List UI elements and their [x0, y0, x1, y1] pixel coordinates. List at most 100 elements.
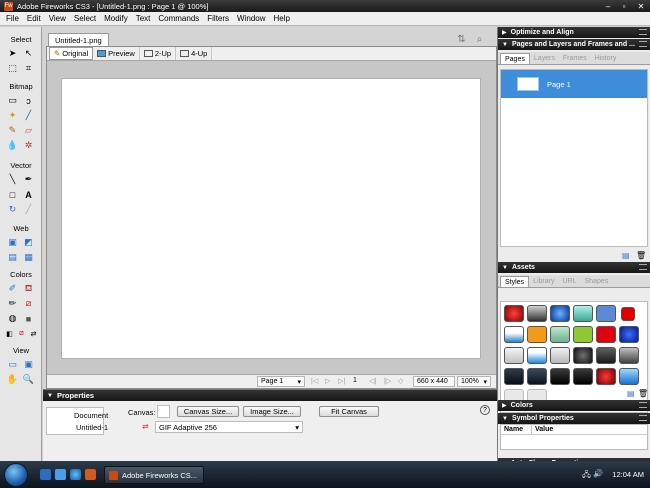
style-swatch[interactable]: [619, 347, 639, 364]
blur-tool-icon[interactable]: 💧: [6, 139, 19, 152]
delete-page-icon[interactable]: 🗑: [636, 251, 646, 260]
menu-edit[interactable]: Edit: [23, 14, 45, 23]
style-swatch[interactable]: [504, 368, 524, 385]
freeform-tool-icon[interactable]: ↻: [6, 203, 19, 216]
delete-style-icon[interactable]: 🗑: [638, 389, 648, 398]
zoom-tool-icon[interactable]: 🔍: [22, 373, 35, 386]
column-header-name[interactable]: Name: [501, 425, 531, 435]
menu-help[interactable]: Help: [270, 14, 294, 23]
style-swatch[interactable]: [550, 368, 570, 385]
properties-header[interactable]: ▼ Properties: [43, 390, 497, 401]
eyedropper-tool-icon[interactable]: ✐: [6, 282, 19, 295]
rubber-stamp-tool-icon[interactable]: ✲: [22, 139, 35, 152]
fireworks-quicklaunch-icon[interactable]: [85, 469, 96, 480]
canvas-color-swatch[interactable]: [157, 405, 170, 418]
swap-colors-icon[interactable]: ⇄: [27, 327, 40, 340]
view-4up-tab[interactable]: 4-Up: [176, 47, 213, 60]
last-frame-icon[interactable]: ▷|: [338, 377, 345, 385]
subselection-tool-icon[interactable]: ↖: [22, 47, 35, 60]
panel-options-icon[interactable]: [639, 29, 647, 35]
view-2up-tab[interactable]: 2-Up: [140, 47, 177, 60]
panel-options-icon[interactable]: [639, 264, 647, 270]
style-swatch[interactable]: [619, 368, 639, 385]
style-swatch[interactable]: [504, 326, 524, 343]
pencil-tool-icon[interactable]: ✎: [6, 124, 19, 137]
tab-styles[interactable]: Styles: [500, 276, 530, 287]
knife-tool-icon[interactable]: ╱: [22, 203, 35, 216]
export-format-select[interactable]: GIF Adaptive 256 ▾: [155, 421, 303, 433]
style-swatch[interactable]: [527, 368, 547, 385]
slice-tool-icon[interactable]: ◩: [22, 236, 35, 249]
tab-history[interactable]: History: [591, 53, 621, 64]
tab-library[interactable]: Library: [529, 276, 558, 287]
style-swatch[interactable]: [573, 347, 593, 364]
pages-panel-header[interactable]: ▼ Pages and Layers and Frames and ...: [498, 39, 650, 50]
hand-tool-icon[interactable]: ✋: [6, 373, 19, 386]
style-swatch[interactable]: [550, 347, 570, 364]
eraser-tool-icon[interactable]: ▱: [22, 124, 35, 137]
help-icon[interactable]: ?: [480, 405, 490, 415]
start-button[interactable]: [4, 463, 28, 487]
canvas[interactable]: [61, 78, 481, 359]
next-frame-icon[interactable]: |▷: [384, 377, 391, 385]
assets-panel-header[interactable]: ▼ Assets: [498, 262, 650, 273]
fill-swatch-icon[interactable]: ■: [22, 312, 35, 325]
style-swatch[interactable]: [550, 326, 570, 343]
menu-filters[interactable]: Filters: [203, 14, 233, 23]
image-size-button[interactable]: Image Size...: [243, 406, 301, 417]
symbol-properties-header[interactable]: ▼ Symbol Properties: [498, 413, 650, 424]
network-icon[interactable]: 🖧: [582, 469, 591, 483]
tab-shapes[interactable]: Shapes: [580, 276, 612, 287]
export-options-icon[interactable]: ⇌: [142, 422, 149, 431]
style-swatch[interactable]: [573, 326, 593, 343]
close-button[interactable]: ✕: [633, 0, 649, 12]
menu-modify[interactable]: Modify: [100, 14, 132, 23]
tab-frames[interactable]: Frames: [559, 53, 591, 64]
canvas-size-button[interactable]: Canvas Size...: [177, 406, 239, 417]
hotspot-tool-icon[interactable]: ▣: [6, 236, 19, 249]
style-swatch[interactable]: [596, 305, 616, 322]
crop-tool-icon[interactable]: ⌗: [22, 62, 35, 75]
style-swatch[interactable]: [596, 326, 616, 343]
marquee-tool-icon[interactable]: ▭: [6, 94, 19, 107]
style-swatch[interactable]: [504, 305, 524, 322]
style-swatch[interactable]: [573, 368, 593, 385]
magic-wand-tool-icon[interactable]: ✦: [6, 109, 19, 122]
stroke-color-icon[interactable]: ✏: [6, 297, 19, 310]
style-swatch[interactable]: [527, 347, 547, 364]
style-swatch[interactable]: [573, 305, 593, 322]
view-original-tab[interactable]: ✎ Original: [49, 47, 94, 60]
style-swatch[interactable]: [527, 305, 547, 322]
panel-options-icon[interactable]: [639, 415, 647, 421]
menu-select[interactable]: Select: [70, 14, 100, 23]
fill-color-icon[interactable]: ◍: [6, 312, 19, 325]
line-tool-icon[interactable]: ╲: [6, 173, 19, 186]
tab-pages[interactable]: Pages: [500, 53, 530, 64]
show-slices-icon[interactable]: ▦: [22, 251, 35, 264]
style-swatch[interactable]: [596, 368, 616, 385]
tab-layers[interactable]: Layers: [530, 53, 559, 64]
new-page-icon[interactable]: ▤: [622, 251, 630, 260]
full-screen-mode-icon[interactable]: ▣: [22, 358, 35, 371]
stroke-none-swatch-icon[interactable]: ⧄: [22, 297, 35, 310]
panel-options-icon[interactable]: [639, 41, 647, 47]
scale-tool-icon[interactable]: ⬚: [6, 62, 19, 75]
style-swatch[interactable]: [596, 347, 616, 364]
internet-explorer-icon[interactable]: [70, 469, 81, 480]
panel-options-icon[interactable]: [639, 402, 647, 408]
menu-view[interactable]: View: [45, 14, 70, 23]
play-frame-icon[interactable]: ▷: [325, 377, 330, 385]
doc-options-icon[interactable]: ⌕: [473, 33, 486, 45]
minimize-button[interactable]: –: [600, 0, 616, 12]
pointer-tool-icon[interactable]: ➤: [6, 47, 19, 60]
zoom-select[interactable]: 100% ▾: [457, 376, 491, 387]
style-swatch[interactable]: [527, 326, 547, 343]
view-preview-tab[interactable]: Preview: [93, 47, 140, 60]
menu-text[interactable]: Text: [132, 14, 155, 23]
switch-windows-icon[interactable]: [55, 469, 66, 480]
colors-panel-header[interactable]: ▶ Colors: [498, 400, 650, 411]
text-tool-icon[interactable]: A: [22, 188, 35, 201]
new-style-icon[interactable]: ▤: [627, 389, 635, 398]
lasso-tool-icon[interactable]: ↄ: [22, 94, 35, 107]
fit-canvas-button[interactable]: Fit Canvas: [319, 406, 379, 417]
